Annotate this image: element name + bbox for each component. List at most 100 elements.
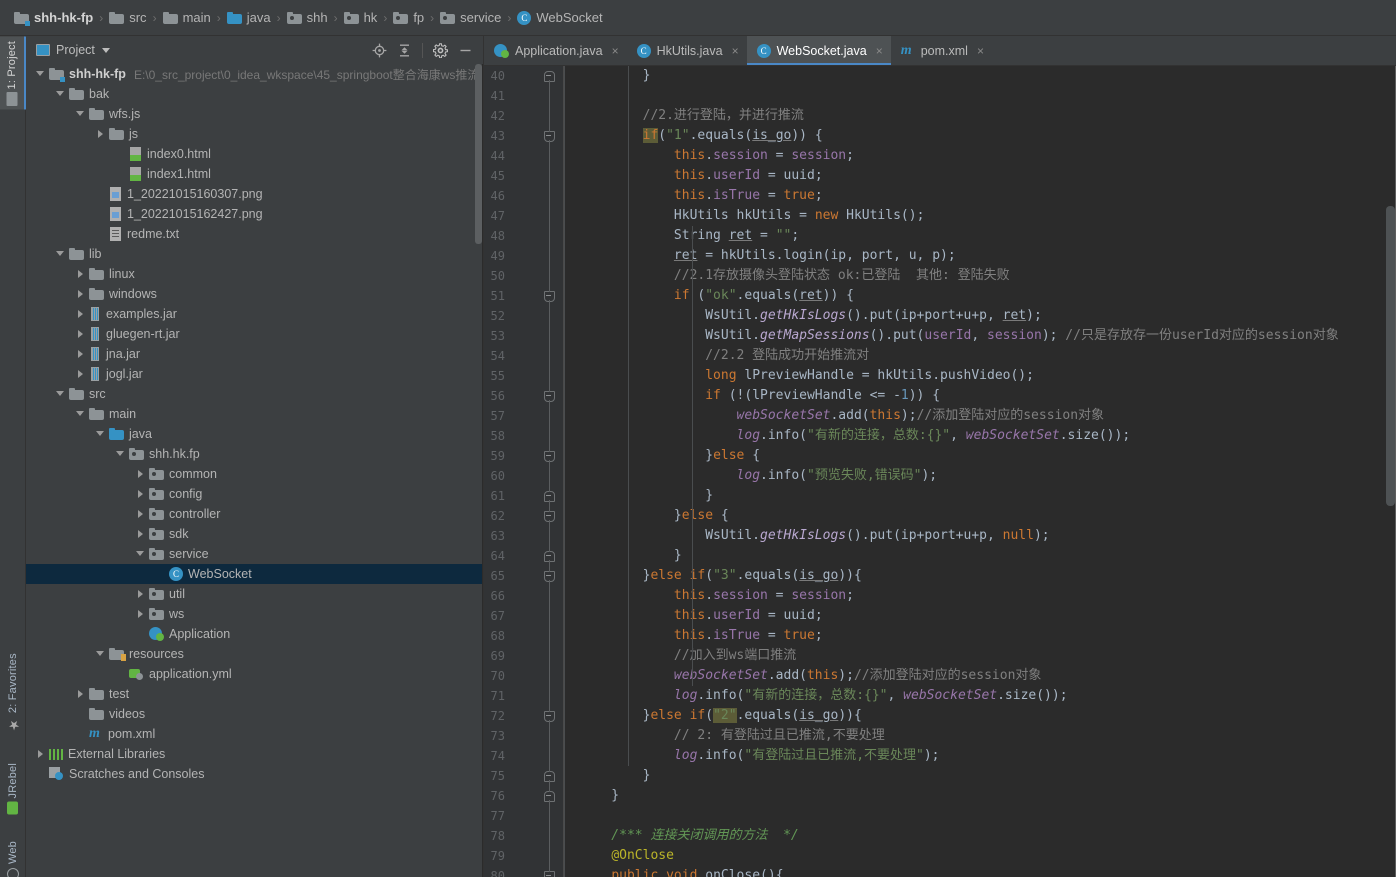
select-opened-file-icon[interactable] (372, 43, 387, 58)
breadcrumb-item-websocket[interactable]: C WebSocket (517, 10, 603, 25)
tree-item-shh-hk-fp[interactable]: shh.hk.fp (26, 444, 483, 464)
scrollbar-thumb[interactable] (475, 64, 482, 244)
tree-item-resources[interactable]: resources (26, 644, 483, 664)
tree-item-util[interactable]: util (26, 584, 483, 604)
chevron-right-icon[interactable] (136, 589, 146, 599)
fold-marker[interactable] (544, 551, 555, 562)
tree-item-gluegen-rt-jar[interactable]: gluegen-rt.jar (26, 324, 483, 344)
tree-item-service[interactable]: service (26, 544, 483, 564)
tree-item-jna-jar[interactable]: jna.jar (26, 344, 483, 364)
tree-item-sdk[interactable]: sdk (26, 524, 483, 544)
fold-marker[interactable] (544, 771, 555, 782)
tree-item-pom-xml[interactable]: m pom.xml (26, 724, 483, 744)
sidebar-item-favorites[interactable]: ★ 2: Favorites (0, 648, 26, 737)
fold-marker[interactable] (544, 291, 555, 302)
close-icon[interactable]: × (876, 44, 883, 58)
sidebar-item-web[interactable]: Web (0, 836, 26, 877)
tree-item-java[interactable]: java (26, 424, 483, 444)
tree-item-lib[interactable]: lib (26, 244, 483, 264)
fold-marker[interactable] (544, 871, 555, 877)
hide-icon[interactable] (458, 43, 473, 58)
tree-item-external-libraries[interactable]: External Libraries (26, 744, 483, 764)
chevron-down-icon[interactable] (56, 389, 66, 399)
tree-item-redme-txt[interactable]: redme.txt (26, 224, 483, 244)
chevron-down-icon[interactable] (116, 449, 126, 459)
breadcrumb-item-src[interactable]: src (109, 10, 147, 25)
chevron-down-icon[interactable] (96, 429, 106, 439)
tree-item-index1-html[interactable]: index1.html (26, 164, 483, 184)
chevron-right-icon[interactable] (76, 289, 86, 299)
chevron-right-icon[interactable] (136, 509, 146, 519)
chevron-down-icon[interactable] (76, 409, 86, 419)
editor-tab-pom-xml[interactable]: m pom.xml × (891, 36, 992, 65)
fold-marker[interactable] (544, 451, 555, 462)
tree-item-js[interactable]: js (26, 124, 483, 144)
chevron-right-icon[interactable] (76, 269, 86, 279)
fold-marker[interactable] (544, 711, 555, 722)
chevron-down-icon[interactable] (96, 649, 106, 659)
tree-item-test[interactable]: test (26, 684, 483, 704)
gear-icon[interactable] (433, 42, 448, 58)
code-editor[interactable]: 40 41 42 43 44 45 46 47 48 49 50 51 52 53 54 55 56 57 58 59… (484, 66, 1396, 877)
tree-item-wfs-js[interactable]: wfs.js (26, 104, 483, 124)
breadcrumb-item-fp[interactable]: fp (393, 10, 424, 25)
tree-item-application-yml[interactable]: application.yml (26, 664, 483, 684)
fold-marker[interactable] (544, 791, 555, 802)
breadcrumb-item-service[interactable]: service (440, 10, 501, 25)
chevron-right-icon[interactable] (36, 749, 46, 759)
chevron-right-icon[interactable] (136, 529, 146, 539)
chevron-right-icon[interactable] (136, 489, 146, 499)
tree-item-application[interactable]: Application (26, 624, 483, 644)
tree-item-shh-hk-fp[interactable]: shh-hk-fp E:\0_src_project\0_idea_wkspace… (26, 64, 483, 84)
tree-item-linux[interactable]: linux (26, 264, 483, 284)
chevron-right-icon[interactable] (76, 349, 86, 359)
breadcrumb-item-java[interactable]: java (226, 10, 271, 25)
fold-marker[interactable] (544, 131, 555, 142)
tree-item-websocket[interactable]: C WebSocket (26, 564, 483, 584)
tree-item-common[interactable]: common (26, 464, 483, 484)
chevron-down-icon[interactable] (56, 249, 66, 259)
tree-item-bak[interactable]: bak (26, 84, 483, 104)
tree-item-main[interactable]: main (26, 404, 483, 424)
chevron-down-icon[interactable] (56, 89, 66, 99)
tree-item-scratches-and-consoles[interactable]: Scratches and Consoles (26, 764, 483, 784)
breadcrumb-item-shh[interactable]: shh (286, 10, 328, 25)
chevron-right-icon[interactable] (136, 609, 146, 619)
tree-item-1-20221015160307-png[interactable]: 1_20221015160307.png (26, 184, 483, 204)
tree-item-jogl-jar[interactable]: jogl.jar (26, 364, 483, 384)
tree-item-controller[interactable]: controller (26, 504, 483, 524)
fold-marker[interactable] (544, 491, 555, 502)
tree-item-1-20221015162427-png[interactable]: 1_20221015162427.png (26, 204, 483, 224)
close-icon[interactable]: × (977, 44, 984, 58)
sidebar-item-jrebel[interactable]: JRebel (0, 758, 26, 818)
sidebar-item-project[interactable]: 1: Project (0, 36, 26, 110)
tree-item-ws[interactable]: ws (26, 604, 483, 624)
tree-item-windows[interactable]: windows (26, 284, 483, 304)
editor-tab-websocket-java[interactable]: C WebSocket.java × (746, 36, 891, 65)
editor-tab-application-java[interactable]: Application.java × (484, 36, 627, 65)
close-icon[interactable]: × (732, 44, 739, 58)
close-icon[interactable]: × (612, 44, 619, 58)
chevron-down-icon[interactable] (101, 47, 110, 53)
tree-item-index0-html[interactable]: index0.html (26, 144, 483, 164)
chevron-right-icon[interactable] (76, 309, 86, 319)
project-tree[interactable]: shh-hk-fp E:\0_src_project\0_idea_wkspace… (26, 64, 483, 877)
tree-item-videos[interactable]: videos (26, 704, 483, 724)
fold-marker[interactable] (544, 71, 555, 82)
chevron-right-icon[interactable] (96, 129, 106, 139)
editor-tab-hkutils-java[interactable]: C HkUtils.java × (627, 36, 747, 65)
breadcrumb-item-hk[interactable]: hk (343, 10, 377, 25)
fold-marker[interactable] (544, 511, 555, 522)
tree-item-examples-jar[interactable]: examples.jar (26, 304, 483, 324)
chevron-right-icon[interactable] (76, 329, 86, 339)
chevron-right-icon[interactable] (76, 369, 86, 379)
editor-gutter[interactable]: 40 41 42 43 44 45 46 47 48 49 50 51 52 53 54 55 56 57 58 59… (484, 66, 564, 877)
scrollbar-thumb[interactable] (1386, 206, 1395, 506)
collapse-all-icon[interactable] (397, 43, 412, 58)
tree-item-src[interactable]: src (26, 384, 483, 404)
breadcrumb-item-main[interactable]: main (162, 10, 211, 25)
chevron-down-icon[interactable] (36, 69, 46, 79)
fold-marker[interactable] (544, 391, 555, 402)
chevron-right-icon[interactable] (136, 469, 146, 479)
chevron-down-icon[interactable] (136, 549, 146, 559)
